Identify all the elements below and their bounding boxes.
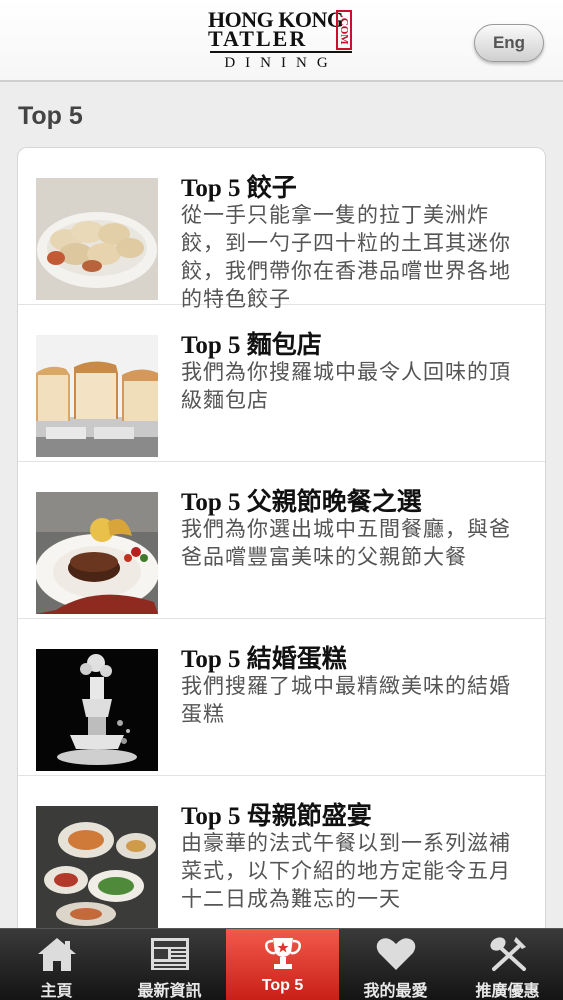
item-title: Top 5 餃子	[181, 175, 297, 202]
item-description: 我們為你搜羅城中最令人回味的頂級麵包店	[181, 361, 511, 412]
tab-label: 我的最愛	[363, 983, 428, 1000]
list-item[interactable]: Top 5 母親節盛宴 由豪華的法式午餐以到一系列滋補菜式，以下介紹的地方定能令…	[18, 776, 545, 933]
steak-dinner-photo	[36, 492, 158, 614]
tab-label: 主頁	[40, 983, 73, 1000]
item-description: 由豪華的法式午餐以到一系列滋補菜式，以下介紹的地方定能令五月十二日成為難忘的一天	[181, 832, 511, 911]
tab-latest-news[interactable]: 最新資訊	[113, 929, 226, 1000]
hong-kong-tatler-dining-logo[interactable]: HONG KONG TATLER .COM DINING	[208, 9, 354, 72]
list-item[interactable]: Top 5 餃子 從一手只能拿一隻的拉丁美洲炸餃，到一勺子四十粒的土耳其迷你餃，…	[18, 148, 545, 311]
app-header: HONG KONG TATLER .COM DINING Eng	[0, 0, 563, 82]
trophy-icon	[261, 935, 305, 973]
item-description: 我們搜羅了城中最精緻美味的結婚蛋糕	[181, 675, 511, 726]
fork-spoon-icon	[486, 935, 530, 973]
tab-label: 推廣優惠	[475, 983, 540, 1000]
item-title: Top 5 母親節盛宴	[181, 803, 372, 830]
tab-label: 最新資訊	[137, 983, 202, 1000]
tab-home[interactable]: 主頁	[0, 929, 113, 1000]
newspaper-icon	[148, 935, 192, 973]
top5-list: Top 5 餃子 從一手只能拿一隻的拉丁美洲炸餃，到一勺子四十粒的土耳其迷你餃，…	[17, 147, 546, 947]
item-title: Top 5 麵包店	[181, 332, 322, 359]
tab-favourites[interactable]: 我的最愛	[339, 929, 452, 1000]
page-title: Top 5	[18, 102, 83, 130]
item-title: Top 5 結婚蛋糕	[181, 646, 347, 673]
list-item[interactable]: Top 5 麵包店 我們為你搜羅城中最令人回味的頂級麵包店	[18, 305, 545, 462]
wedding-cake-photo	[36, 649, 158, 771]
tab-top5[interactable]: Top 5	[226, 929, 339, 1000]
dumplings-photo	[36, 178, 158, 300]
logo-com-box: .COM	[336, 10, 352, 50]
item-description: 我們為你選出城中五間餐廳，與爸爸品嚐豐富美味的父親節大餐	[181, 518, 511, 569]
bottom-tab-bar: 主頁 最新資訊 Top 5 我的最愛 推廣優惠	[0, 928, 563, 1000]
logo-rule	[210, 51, 352, 53]
item-description: 從一手只能拿一隻的拉丁美洲炸餃，到一勺子四十粒的土耳其迷你餃，我們帶你在香港品嚐…	[181, 204, 511, 311]
logo-line-3: DINING	[224, 55, 338, 71]
feast-photo	[36, 806, 158, 928]
item-title: Top 5 父親節晚餐之選	[181, 489, 422, 516]
list-item[interactable]: Top 5 父親節晚餐之選 我們為你選出城中五間餐廳，與爸爸品嚐豐富美味的父親節…	[18, 462, 545, 619]
list-item[interactable]: Top 5 結婚蛋糕 我們搜羅了城中最精緻美味的結婚蛋糕	[18, 619, 545, 776]
heart-icon	[374, 935, 418, 973]
home-icon	[35, 935, 79, 973]
tab-label: Top 5	[261, 977, 304, 994]
language-toggle-button[interactable]: Eng	[474, 24, 544, 62]
bread-photo	[36, 335, 158, 457]
tab-promotions[interactable]: 推廣優惠	[452, 929, 563, 1000]
